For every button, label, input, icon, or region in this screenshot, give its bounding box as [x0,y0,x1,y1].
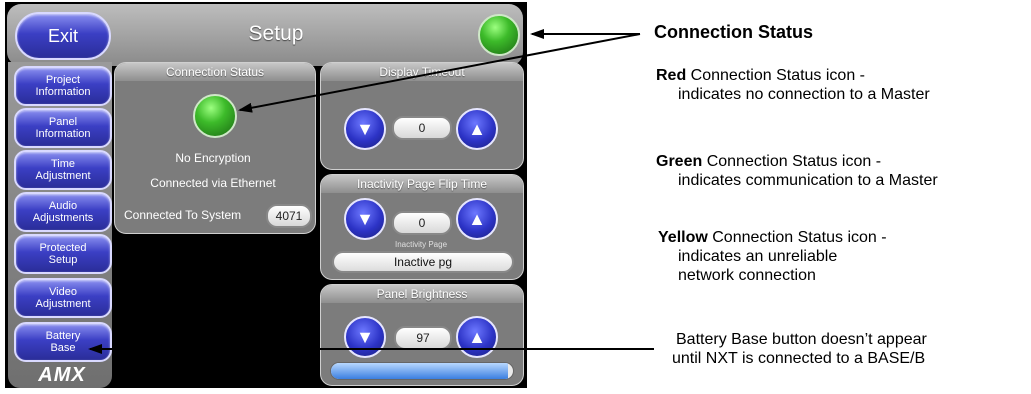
annotation-green-bold: Green [656,153,703,170]
annotation-green: Green Connection Status icon - indicates… [656,152,938,190]
annotation-battery-line2: until NXT is connected to a BASE/B [672,350,926,367]
annotation-yellow-rest: Connection Status icon - [707,229,887,246]
annotation-green-line2: indicates communication to a Master [678,172,938,189]
arrow-to-status-led [238,33,641,113]
annotation-yellow-line3: network connection [678,267,816,284]
annotation-red-bold: Red [656,67,687,84]
annotation-red-rest: Connection Status icon - [686,67,865,84]
annotation-battery-line1: Battery Base button doesn’t appear [676,331,927,348]
annotation-red: Red Connection Status icon - indicates n… [656,66,930,104]
annotation-yellow-line2: indicates an unreliable [678,248,838,265]
annotation-red-line2: indicates no connection to a Master [678,86,930,103]
annotation-heading: Connection Status [654,22,814,42]
annotation-yellow: Yellow Connection Status icon - indicate… [658,228,887,285]
annotation-battery: Battery Base button doesn’t appear until… [672,330,927,368]
annotation-green-rest: Connection Status icon - [702,153,882,170]
annotation-yellow-bold: Yellow [658,229,708,246]
